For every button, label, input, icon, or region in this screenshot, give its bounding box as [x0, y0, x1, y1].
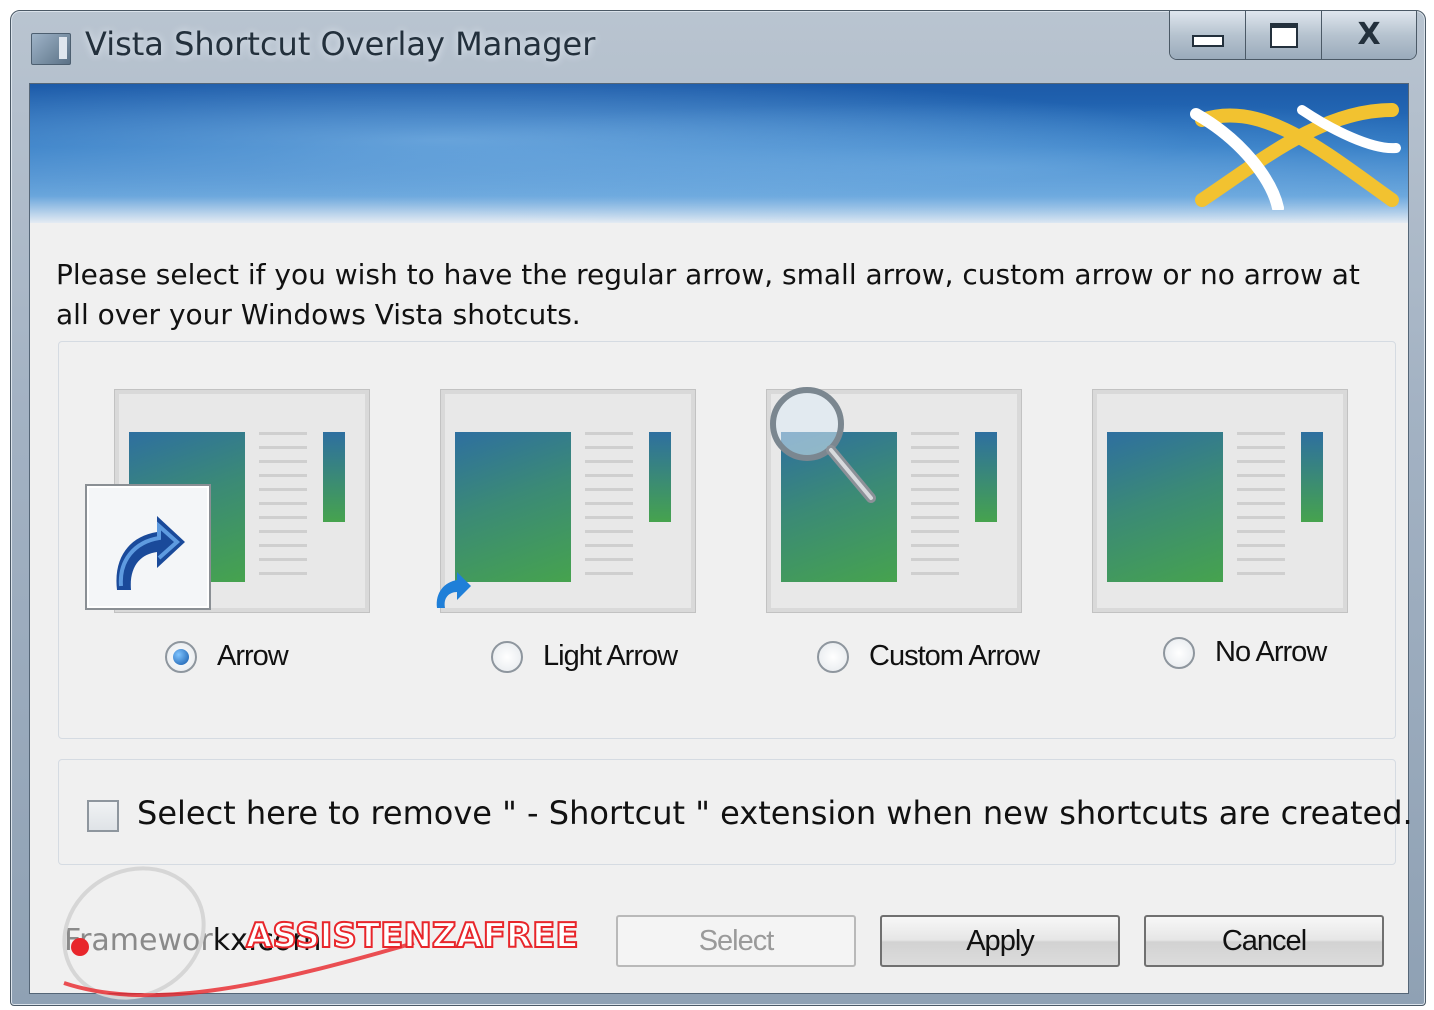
app-icon: [31, 33, 71, 65]
magnifier-icon: [770, 387, 876, 503]
cancel-button[interactable]: Cancel: [1144, 915, 1384, 967]
radio-light-arrow-row[interactable]: Light Arrow: [491, 640, 678, 673]
radio-no-arrow[interactable]: [1163, 636, 1195, 669]
header-banner: [29, 83, 1409, 225]
remove-extension-group: Select here to remove " - Shortcut " ext…: [58, 759, 1413, 865]
radio-light-arrow[interactable]: [491, 640, 523, 673]
radio-no-arrow-row[interactable]: No Arrow: [1163, 636, 1327, 669]
minimize-button[interactable]: [1170, 11, 1247, 59]
instruction-text: Please select if you wish to have the re…: [56, 258, 1360, 331]
radio-label-custom-arrow: Custom Arrow: [869, 640, 1040, 672]
maximize-button[interactable]: [1246, 11, 1323, 59]
small-shortcut-arrow-icon: [436, 572, 471, 608]
caption-buttons: X: [1169, 11, 1417, 60]
content-panel: Please select if you wish to have the re…: [29, 223, 1413, 1000]
watermark-text: ASSISTENZAFREE: [246, 916, 579, 956]
framework-logo-icon: [1190, 103, 1401, 210]
preview-thumbnail: [1093, 390, 1347, 612]
close-button[interactable]: X: [1322, 11, 1416, 59]
remove-extension-label[interactable]: Select here to remove " - Shortcut " ext…: [137, 794, 1413, 832]
close-icon: X: [1357, 17, 1381, 52]
window-title: Vista Shortcut Overlay Manager: [85, 25, 596, 63]
large-shortcut-arrow-icon: [85, 484, 211, 610]
select-button[interactable]: Select: [616, 915, 856, 967]
remove-extension-checkbox[interactable]: [87, 800, 119, 832]
minimize-icon: [1191, 35, 1224, 47]
radio-label-no-arrow: No Arrow: [1215, 636, 1327, 668]
radio-label-arrow: Arrow: [217, 640, 289, 672]
radio-arrow[interactable]: [165, 640, 197, 673]
radio-custom-arrow[interactable]: [817, 640, 849, 673]
apply-button[interactable]: Apply: [880, 915, 1120, 967]
mouse-watermark-icon: ASSISTENZAFREE: [62, 866, 580, 1000]
arrow-options-group: Arrow Light Arrow Custom Arrow No Arrow: [58, 341, 1396, 739]
maximize-icon: [1269, 22, 1298, 48]
radio-arrow-row[interactable]: Arrow: [165, 640, 289, 673]
app-window: Vista Shortcut Overlay Manager X Please …: [10, 10, 1426, 1006]
radio-label-light-arrow: Light Arrow: [543, 640, 678, 672]
title-bar[interactable]: Vista Shortcut Overlay Manager X: [11, 11, 1425, 83]
preview-thumbnail: [441, 390, 695, 612]
radio-custom-arrow-row[interactable]: Custom Arrow: [817, 640, 1040, 673]
